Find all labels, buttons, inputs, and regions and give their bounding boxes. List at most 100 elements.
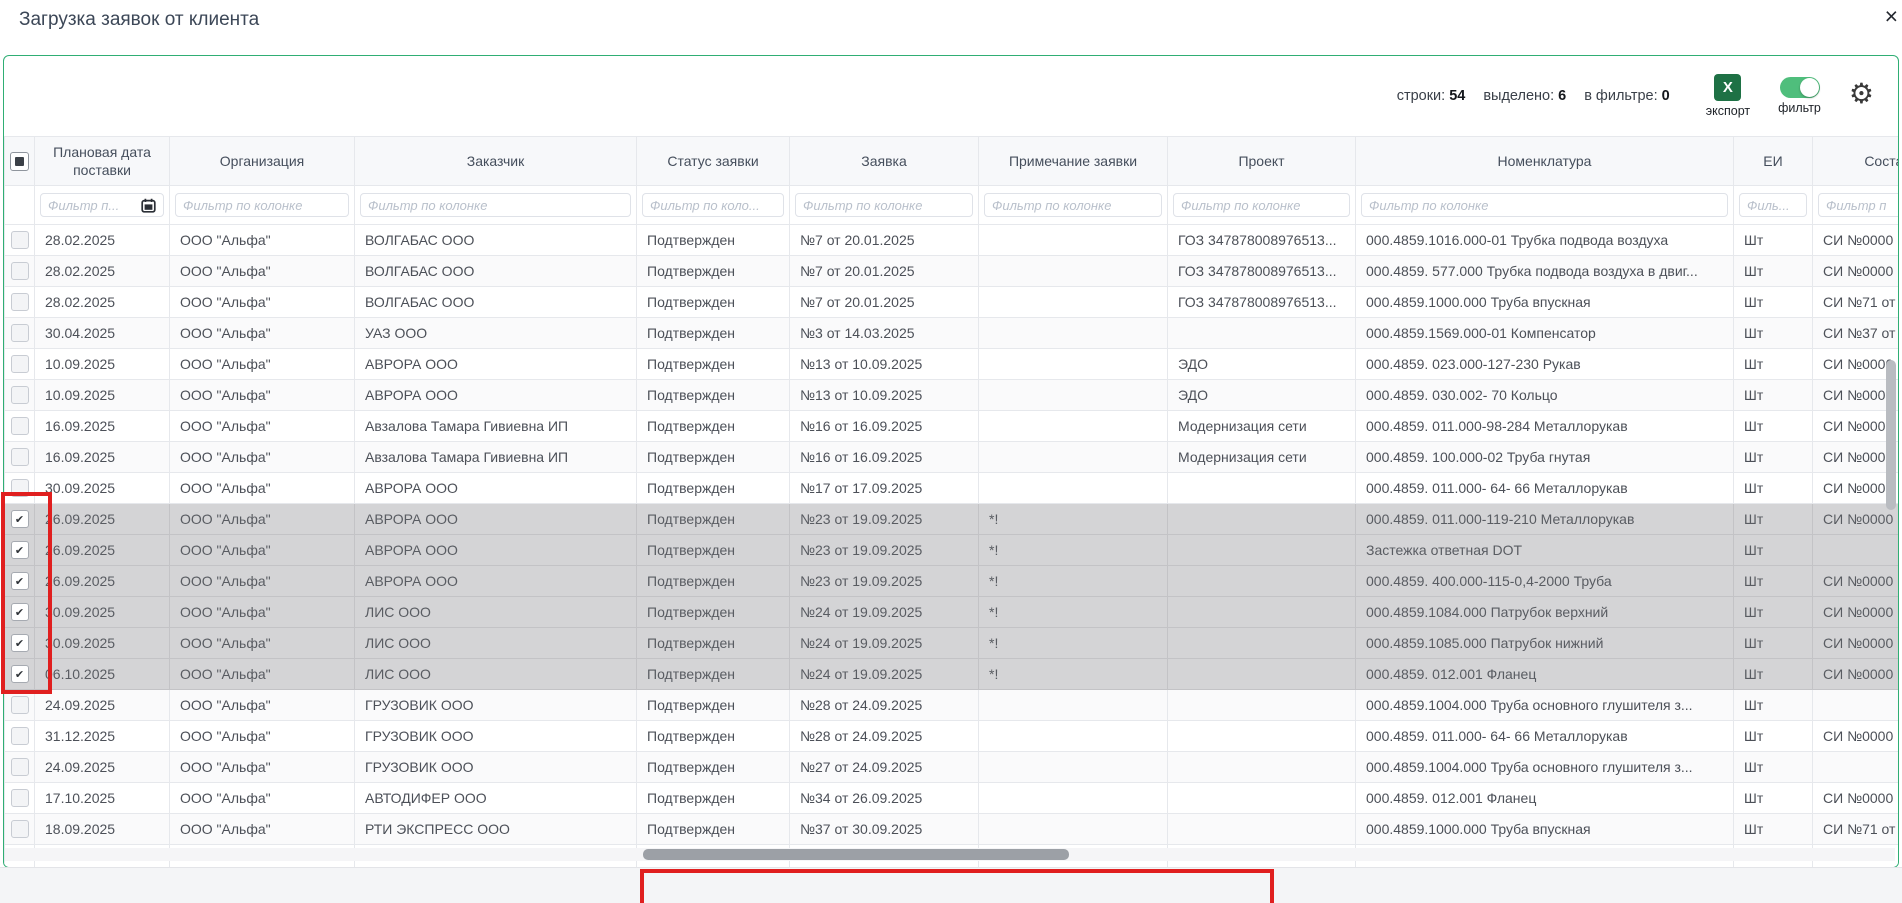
cell-date: 31.12.2025 xyxy=(35,721,170,752)
row-checkbox[interactable] xyxy=(11,727,29,745)
row-checkbox-checked[interactable]: ✔ xyxy=(11,603,29,621)
row-checkbox[interactable] xyxy=(11,479,29,497)
table-row[interactable]: ✔30.09.2025ООО "Альфа"ЛИС ОООПодтвержден… xyxy=(5,597,1900,628)
table-row[interactable]: 24.09.2025ООО "Альфа"ГРУЗОВИК ОООПодтвер… xyxy=(5,690,1900,721)
filter-input-customer[interactable]: Фильтр по колонке xyxy=(360,193,631,217)
cell-org: ООО "Альфа" xyxy=(170,256,355,287)
filter-input-status[interactable]: Фильтр по коло... xyxy=(642,193,784,217)
row-checkbox-checked[interactable]: ✔ xyxy=(11,510,29,528)
cell-project xyxy=(1168,318,1356,349)
row-checkbox[interactable] xyxy=(11,293,29,311)
filter-placeholder: Фильтр п xyxy=(1826,198,1886,213)
settings-gear-icon[interactable]: ⚙ xyxy=(1849,80,1874,108)
filter-input-structure[interactable]: Фильтр п xyxy=(1818,193,1899,217)
cell-org: ООО "Альфа" xyxy=(170,473,355,504)
select-all-checkbox[interactable] xyxy=(10,152,29,171)
table-row[interactable]: 30.09.2025ООО "Альфа"АВРОРА ОООПодтвержд… xyxy=(5,473,1900,504)
row-checkbox[interactable] xyxy=(11,324,29,342)
cell-note: *! xyxy=(979,597,1168,628)
row-checkbox[interactable] xyxy=(11,696,29,714)
table-row[interactable]: 28.02.2025ООО "Альфа"ВОЛГАБАС ОООПодтвер… xyxy=(5,256,1900,287)
cell-nomenclature: 000.4859. 011.000-98-284 Металлорукав xyxy=(1356,411,1734,442)
table-row[interactable]: 31.12.2025ООО "Альфа"ГРУЗОВИК ОООПодтвер… xyxy=(5,721,1900,752)
cell-request: №16 от 16.09.2025 xyxy=(790,411,979,442)
table-row[interactable]: 16.09.2025ООО "Альфа"Авзалова Тамара Гив… xyxy=(5,442,1900,473)
row-checkbox[interactable] xyxy=(11,820,29,838)
row-checkbox-checked[interactable]: ✔ xyxy=(11,572,29,590)
horizontal-scrollbar-thumb[interactable] xyxy=(643,849,1069,860)
row-checkbox[interactable] xyxy=(11,789,29,807)
row-checkbox[interactable] xyxy=(11,386,29,404)
table-row[interactable]: ✔26.09.2025ООО "Альфа"АВРОРА ОООПодтверж… xyxy=(5,504,1900,535)
table-row[interactable]: 16.09.2025ООО "Альфа"Авзалова Тамара Гив… xyxy=(5,411,1900,442)
filter-input-request[interactable]: Фильтр по колонке xyxy=(795,193,973,217)
row-checkbox[interactable] xyxy=(11,262,29,280)
cell-org: ООО "Альфа" xyxy=(170,380,355,411)
export-button[interactable]: X экспорт xyxy=(1706,74,1750,118)
row-checkbox[interactable] xyxy=(11,231,29,249)
column-header-project[interactable]: Проект xyxy=(1168,137,1356,186)
cell-org: ООО "Альфа" xyxy=(170,783,355,814)
column-header-structure[interactable]: Состав xyxy=(1813,137,1900,186)
cell-note xyxy=(979,721,1168,752)
cell-nomenclature: 000.4859. 030.002- 70 Кольцо xyxy=(1356,380,1734,411)
filter-placeholder: Фильтр п... xyxy=(48,198,119,213)
cell-status: Подтвержден xyxy=(637,628,790,659)
table-row[interactable]: 28.02.2025ООО "Альфа"ВОЛГАБАС ОООПодтвер… xyxy=(5,225,1900,256)
table-row[interactable]: ✔26.09.2025ООО "Альфа"АВРОРА ОООПодтверж… xyxy=(5,566,1900,597)
row-checkbox-checked[interactable]: ✔ xyxy=(11,665,29,683)
filter-input-date[interactable]: Фильтр п... xyxy=(40,193,164,217)
table-row[interactable]: 10.09.2025ООО "Альфа"АВРОРА ОООПодтвержд… xyxy=(5,380,1900,411)
column-header-org[interactable]: Организация xyxy=(170,137,355,186)
filter-toggle[interactable]: фильтр xyxy=(1778,77,1821,115)
cell-project: ЭДО xyxy=(1168,380,1356,411)
filter-placeholder: Фильтр по колонке xyxy=(1369,198,1488,213)
table-row[interactable]: 28.02.2025ООО "Альфа"ВОЛГАБАС ОООПодтвер… xyxy=(5,287,1900,318)
column-header-note[interactable]: Примечание заявки xyxy=(979,137,1168,186)
filter-input-org[interactable]: Фильтр по колонке xyxy=(175,193,349,217)
cell-status: Подтвержден xyxy=(637,349,790,380)
table-row[interactable]: 10.09.2025ООО "Альфа"АВРОРА ОООПодтвержд… xyxy=(5,349,1900,380)
cell-org: ООО "Альфа" xyxy=(170,721,355,752)
row-checkbox[interactable] xyxy=(11,448,29,466)
filter-input-unit[interactable]: Филь... xyxy=(1739,193,1807,217)
column-header-date[interactable]: Плановая дата поставки xyxy=(35,137,170,186)
table-row[interactable]: ✔30.09.2025ООО "Альфа"ЛИС ОООПодтвержден… xyxy=(5,628,1900,659)
cell-org: ООО "Альфа" xyxy=(170,597,355,628)
cell-project xyxy=(1168,473,1356,504)
cell-structure xyxy=(1813,535,1900,566)
table-row[interactable]: 24.09.2025ООО "Альфа"ГРУЗОВИК ОООПодтвер… xyxy=(5,752,1900,783)
cell-customer: АВРОРА ООО xyxy=(355,535,637,566)
cell-status: Подтвержден xyxy=(637,442,790,473)
close-icon[interactable]: × xyxy=(1885,5,1898,28)
cell-structure: СИ №71 от xyxy=(1813,814,1900,845)
column-header-unit[interactable]: ЕИ xyxy=(1734,137,1813,186)
column-header-request[interactable]: Заявка xyxy=(790,137,979,186)
cell-date: 16.09.2025 xyxy=(35,411,170,442)
column-header-customer[interactable]: Заказчик xyxy=(355,137,637,186)
table-row[interactable]: ✔26.09.2025ООО "Альфа"АВРОРА ОООПодтверж… xyxy=(5,535,1900,566)
filter-input-nomenclature[interactable]: Фильтр по колонке xyxy=(1361,193,1728,217)
cell-unit: Шт xyxy=(1734,597,1813,628)
filter-input-note[interactable]: Фильтр по колонке xyxy=(984,193,1162,217)
row-checkbox[interactable] xyxy=(11,758,29,776)
cell-date: 24.09.2025 xyxy=(35,690,170,721)
column-header-nomenclature[interactable]: Номенклатура xyxy=(1356,137,1734,186)
cell-structure: СИ №0000 xyxy=(1813,256,1900,287)
vertical-scrollbar-thumb[interactable] xyxy=(1886,360,1896,510)
row-checkbox-checked[interactable]: ✔ xyxy=(11,634,29,652)
table-row[interactable]: 30.04.2025ООО "Альфа"УАЗ ОООПодтвержден№… xyxy=(5,318,1900,349)
row-checkbox[interactable] xyxy=(11,417,29,435)
column-header-status[interactable]: Статус заявки xyxy=(637,137,790,186)
table-row[interactable]: 17.10.2025ООО "Альфа"АВТОДИФЕР ОООПодтве… xyxy=(5,783,1900,814)
cell-note xyxy=(979,318,1168,349)
filter-input-project[interactable]: Фильтр по колонке xyxy=(1173,193,1350,217)
row-checkbox[interactable] xyxy=(11,355,29,373)
cell-unit: Шт xyxy=(1734,566,1813,597)
cell-note xyxy=(979,225,1168,256)
table-row[interactable]: 18.09.2025ООО "Альфа"РТИ ЭКСПРЕСС ОООПод… xyxy=(5,814,1900,845)
cell-customer: Авзалова Тамара Гивиевна ИП xyxy=(355,411,637,442)
table-row[interactable]: ✔06.10.2025ООО "Альфа"ЛИС ОООПодтвержден… xyxy=(5,659,1900,690)
row-checkbox-checked[interactable]: ✔ xyxy=(11,541,29,559)
cell-request: №24 от 19.09.2025 xyxy=(790,659,979,690)
